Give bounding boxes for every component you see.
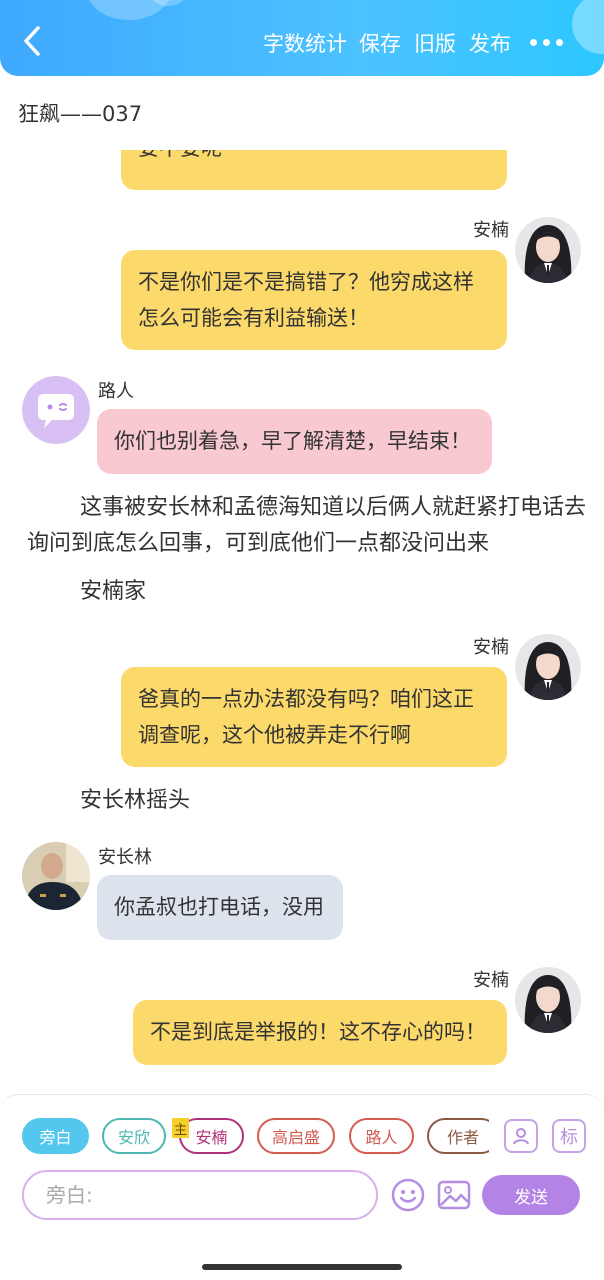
narration-line[interactable]: 这事被安长林和孟德海知道以后俩人就赶紧打电话去: [80, 490, 586, 526]
speaker-name: 安楠: [473, 220, 509, 241]
word-count-button[interactable]: 字数统计: [263, 28, 347, 58]
message-bubble[interactable]: 你孟叔也打电话，没用: [97, 875, 343, 940]
message-bubble[interactable]: 不是到底是举报的！这不存心的吗！: [133, 1000, 507, 1065]
speaker-name: 安楠: [473, 637, 509, 658]
speaker-name: 安长林: [98, 847, 152, 868]
message-text: 你孟叔也打电话，没用: [114, 895, 324, 919]
avatar-an-changlin[interactable]: [22, 842, 90, 910]
message-bubble[interactable]: 爸真的一点办法都没有吗？咱们这正 调查呢，这个他被弄走不行啊: [121, 667, 507, 767]
back-button[interactable]: [18, 24, 48, 58]
avatar-an-nan[interactable]: [515, 634, 581, 700]
message-bubble[interactable]: 你们也别着急，早了解清楚，早结束！: [97, 409, 492, 474]
message-text-line: 不是你们是不是搞错了？他穷成这样: [138, 270, 474, 294]
message-text: 要不要呢: [138, 150, 222, 160]
document-title: 狂飙——037: [18, 102, 143, 126]
message-text-line: 调查呢，这个他被弄走不行啊: [138, 723, 411, 747]
chat-bubble-avatar-icon: [22, 376, 90, 444]
main-role-badge: 主: [172, 1118, 189, 1138]
speaker-name: 路人: [98, 381, 134, 402]
image-icon[interactable]: [436, 1177, 472, 1213]
home-indicator: [202, 1264, 402, 1270]
narration-line[interactable]: 安楠家: [80, 574, 146, 610]
old-version-button[interactable]: 旧版: [414, 28, 456, 58]
female-avatar-icon: [515, 217, 581, 283]
person-card-icon[interactable]: [504, 1119, 538, 1153]
avatar-an-nan[interactable]: [515, 217, 581, 283]
message-text-line: 爸真的一点办法都没有吗？咱们这正: [138, 687, 474, 711]
save-button[interactable]: 保存: [359, 28, 401, 58]
speaker-name: 安楠: [473, 970, 509, 991]
mark-button[interactable]: 标: [552, 1119, 586, 1153]
role-chip-gao-qisheng[interactable]: 高启盛: [257, 1118, 335, 1154]
message-clip: 要不要呢: [121, 150, 507, 190]
female-avatar-icon: [515, 967, 581, 1033]
role-chip-passerby[interactable]: 路人: [349, 1118, 414, 1154]
more-button[interactable]: [528, 36, 566, 50]
emoji-icon[interactable]: [390, 1177, 426, 1213]
role-chip-clip: 作者: [427, 1118, 489, 1154]
narration-line[interactable]: 询问到底怎么回事，可到底他们一点都没问出来: [27, 526, 489, 562]
role-chip-narrator[interactable]: 旁白: [22, 1118, 89, 1154]
top-bar: 字数统计 保存 旧版 发布: [0, 0, 604, 76]
male-avatar-icon: [22, 842, 90, 910]
role-chip-an-xin[interactable]: 安欣: [102, 1118, 166, 1154]
message-text-line: 怎么可能会有利益输送！: [138, 306, 369, 330]
message-text: 不是到底是举报的！这不存心的吗！: [150, 1020, 486, 1044]
header-decoration: [572, 0, 604, 54]
avatar-an-nan[interactable]: [515, 967, 581, 1033]
female-avatar-icon: [515, 634, 581, 700]
avatar-passerby[interactable]: [22, 376, 90, 444]
message-text: 你们也别着急，早了解清楚，早结束！: [114, 429, 471, 453]
role-chip-author[interactable]: 作者: [427, 1118, 489, 1154]
chevron-left-icon: [24, 26, 40, 56]
message-bubble[interactable]: 不是你们是不是搞错了？他穷成这样 怎么可能会有利益输送！: [121, 250, 507, 350]
message-input[interactable]: 旁白:: [22, 1170, 378, 1220]
narration-line[interactable]: 安长林摇头: [80, 783, 190, 819]
send-button[interactable]: 发送: [482, 1175, 580, 1215]
publish-button[interactable]: 发布: [469, 28, 511, 58]
message-bubble[interactable]: 要不要呢: [121, 150, 507, 190]
